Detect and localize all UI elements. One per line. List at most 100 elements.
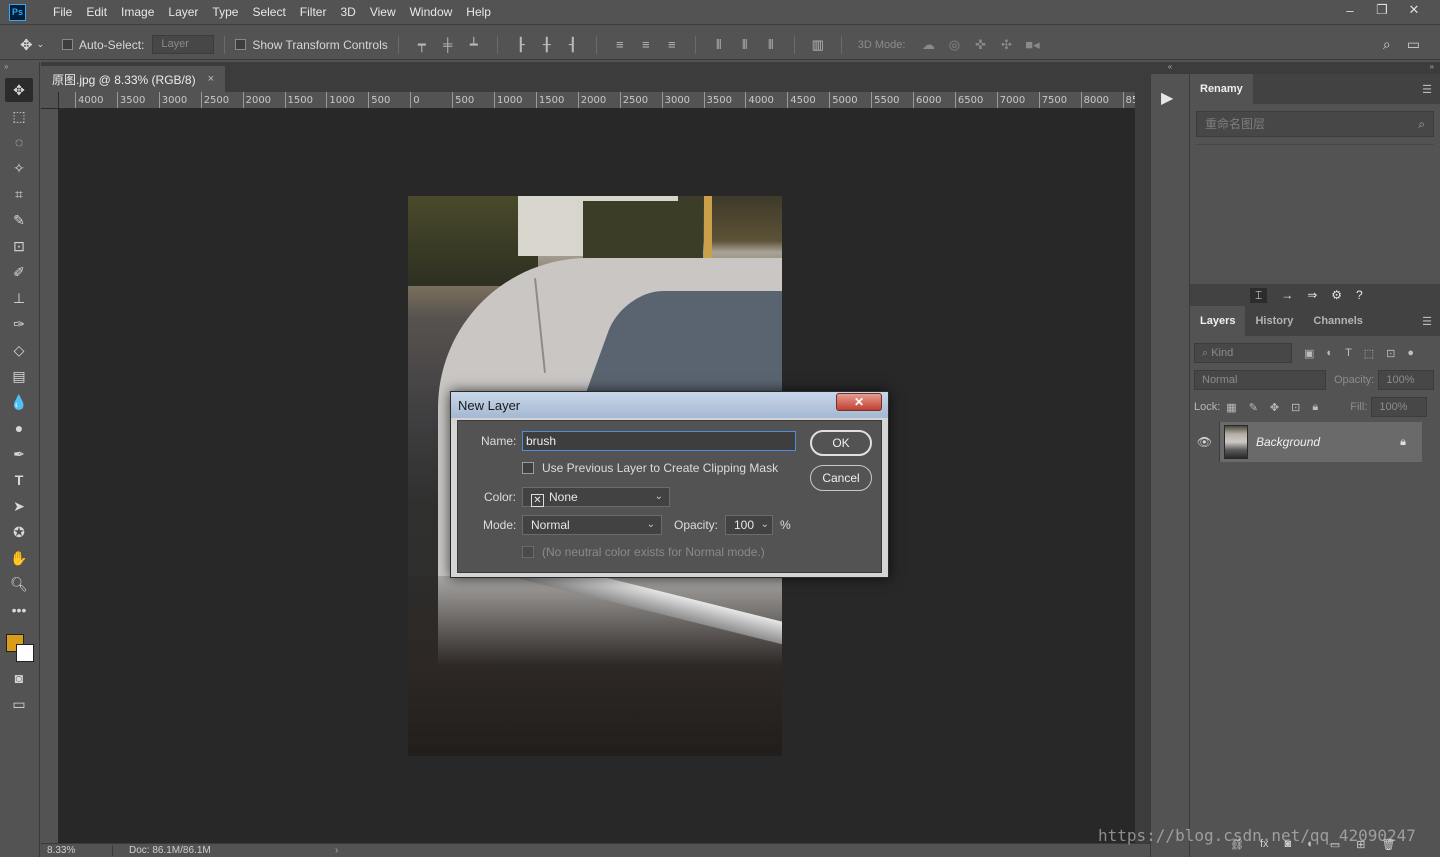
menu-type[interactable]: Type bbox=[205, 0, 245, 25]
frame-tool-icon[interactable]: ⊡ bbox=[5, 234, 33, 258]
menu-window[interactable]: Window bbox=[403, 0, 460, 25]
filter-toggle-icon[interactable]: ● bbox=[1407, 347, 1414, 359]
rename-search-input[interactable]: 重命名图层 ⌕ bbox=[1196, 111, 1434, 137]
layer-row[interactable]: 👁︎ Background 🔒︎ bbox=[1190, 422, 1440, 462]
align-top-icon[interactable]: ┯ bbox=[409, 37, 435, 53]
panel-menu-icon[interactable]: ☰ bbox=[1422, 315, 1432, 328]
filter-pixel-icon[interactable]: ▣ bbox=[1304, 347, 1314, 360]
background-color-swatch[interactable] bbox=[16, 644, 34, 662]
distribute-right-icon[interactable]: ⦀ bbox=[758, 37, 784, 53]
tab-layers[interactable]: Layers bbox=[1190, 306, 1246, 336]
vertical-scrollbar[interactable] bbox=[1135, 92, 1150, 843]
marquee-tool-icon[interactable]: ⬚ bbox=[5, 104, 33, 128]
shape-tool-icon[interactable]: ✪ bbox=[5, 520, 33, 544]
dialog-titlebar[interactable]: New Layer ✕ bbox=[451, 392, 888, 418]
lock-transparent-icon[interactable]: ▦ bbox=[1226, 401, 1236, 414]
rename-icon[interactable]: ⌶ bbox=[1250, 287, 1268, 303]
fill-input[interactable]: 100% bbox=[1371, 397, 1428, 417]
move-tool-preset-icon[interactable]: ✥ ⌄ bbox=[20, 36, 50, 54]
chevron-down-icon[interactable]: ⌄ bbox=[761, 516, 769, 534]
panel-menu-icon[interactable]: ☰ bbox=[1422, 83, 1432, 96]
filter-smart-object-icon[interactable]: ⊡ bbox=[1386, 347, 1395, 360]
menu-filter[interactable]: Filter bbox=[293, 0, 334, 25]
layer-row-body[interactable]: Background 🔒︎ bbox=[1220, 422, 1422, 462]
distribute-left-icon[interactable]: ⦀ bbox=[706, 37, 732, 53]
lock-image-icon[interactable]: ✎ bbox=[1249, 401, 1258, 414]
cancel-button[interactable]: Cancel bbox=[810, 465, 872, 491]
gradient-tool-icon[interactable]: ▤ bbox=[5, 364, 33, 388]
help-icon[interactable]: ? bbox=[1356, 288, 1363, 302]
filter-kind-dropdown[interactable]: ⌕ Kind bbox=[1194, 343, 1292, 363]
search-icon[interactable]: ⌕ bbox=[1383, 36, 1391, 53]
align-right-icon[interactable]: ┨ bbox=[560, 37, 586, 53]
menu-help[interactable]: Help bbox=[459, 0, 498, 25]
3d-pan-icon[interactable]: ✜ bbox=[967, 37, 993, 53]
align-bottom-icon[interactable]: ┷ bbox=[461, 37, 487, 53]
menu-select[interactable]: Select bbox=[245, 0, 292, 25]
restore-button[interactable]: ❐ bbox=[1366, 0, 1398, 20]
filter-type-icon[interactable]: T bbox=[1345, 347, 1352, 359]
filter-shape-icon[interactable]: ⬚ bbox=[1364, 347, 1374, 360]
double-arrow-icon[interactable]: ⇒ bbox=[1307, 288, 1317, 302]
more-tools-icon[interactable]: ••• bbox=[5, 598, 33, 622]
tab-history[interactable]: History bbox=[1245, 306, 1303, 336]
quick-mask-icon[interactable]: ◙ bbox=[5, 666, 33, 690]
align-vcenter-icon[interactable]: ╪ bbox=[435, 37, 461, 52]
tab-channels[interactable]: Channels bbox=[1303, 306, 1373, 336]
lock-position-icon[interactable]: ✥ bbox=[1270, 401, 1279, 414]
document-tab[interactable]: 原图.jpg @ 8.33% (RGB/8) × bbox=[41, 66, 225, 92]
collapse-toolbar-icon[interactable]: » bbox=[0, 62, 39, 76]
menu-file[interactable]: File bbox=[46, 0, 79, 25]
3d-slide-icon[interactable]: ✣ bbox=[993, 37, 1019, 53]
eyedropper-tool-icon[interactable]: ✎ bbox=[5, 208, 33, 232]
opacity-input[interactable]: 100 ⌄ bbox=[725, 515, 773, 535]
crop-tool-icon[interactable]: ⌗ bbox=[5, 182, 33, 206]
layer-name[interactable]: Background bbox=[1256, 435, 1400, 449]
blend-mode-dropdown[interactable]: Normal bbox=[1194, 370, 1326, 390]
arrow-right-icon[interactable]: → bbox=[1281, 288, 1293, 302]
opacity-input[interactable]: 100% bbox=[1378, 370, 1435, 390]
auto-align-icon[interactable]: ▥ bbox=[805, 37, 831, 53]
stamp-tool-icon[interactable]: ⊥ bbox=[5, 286, 33, 310]
lock-all-icon[interactable]: 🔒︎ bbox=[1312, 401, 1318, 414]
magic-wand-tool-icon[interactable]: ✧ bbox=[5, 156, 33, 180]
menu-view[interactable]: View bbox=[363, 0, 403, 25]
distribute-hcenter-icon[interactable]: ⦀ bbox=[732, 37, 758, 53]
minimize-button[interactable]: – bbox=[1334, 0, 1366, 20]
dialog-close-button[interactable]: ✕ bbox=[836, 393, 882, 411]
workspace-icon[interactable]: ▭ bbox=[1407, 36, 1420, 53]
type-tool-icon[interactable]: T bbox=[5, 468, 33, 492]
neutral-color-checkbox[interactable]: (No neutral color exists for Normal mode… bbox=[522, 545, 765, 559]
distribute-bottom-icon[interactable]: ≡ bbox=[659, 37, 685, 52]
zoom-tool-icon[interactable]: 🔍︎ bbox=[5, 572, 33, 596]
history-brush-tool-icon[interactable]: ✑ bbox=[5, 312, 33, 336]
blur-tool-icon[interactable]: 💧 bbox=[5, 390, 33, 414]
actions-play-icon[interactable]: ▶ bbox=[1161, 88, 1189, 108]
menu-layer[interactable]: Layer bbox=[161, 0, 205, 25]
collapse-strip-icon[interactable]: « bbox=[1150, 62, 1190, 74]
path-select-tool-icon[interactable]: ➤ bbox=[5, 494, 33, 518]
align-left-icon[interactable]: ┠ bbox=[508, 37, 534, 53]
close-window-button[interactable]: ✕ bbox=[1398, 0, 1430, 20]
screen-mode-icon[interactable]: ▭ bbox=[5, 692, 33, 716]
menu-image[interactable]: Image bbox=[114, 0, 161, 25]
ruler-origin[interactable] bbox=[41, 92, 59, 109]
ok-button[interactable]: OK bbox=[810, 430, 872, 456]
distribute-top-icon[interactable]: ≡ bbox=[607, 37, 633, 52]
menu-edit[interactable]: Edit bbox=[79, 0, 114, 25]
3d-orbit-icon[interactable]: ☁ bbox=[915, 37, 941, 53]
tab-renamy[interactable]: Renamy bbox=[1190, 74, 1253, 104]
auto-select-checkbox[interactable]: Auto-Select: bbox=[62, 38, 144, 52]
align-hcenter-icon[interactable]: ╂ bbox=[534, 37, 560, 53]
clipping-mask-checkbox[interactable]: Use Previous Layer to Create Clipping Ma… bbox=[522, 461, 778, 475]
lasso-tool-icon[interactable]: ◌ bbox=[5, 130, 33, 154]
menu-3d[interactable]: 3D bbox=[333, 0, 362, 25]
filter-adjustment-icon[interactable]: ◐ bbox=[1326, 347, 1333, 359]
show-transform-checkbox[interactable]: Show Transform Controls bbox=[235, 38, 388, 52]
3d-scale-icon[interactable]: ■◂ bbox=[1019, 37, 1045, 53]
mode-dropdown[interactable]: Normal ⌄ bbox=[522, 515, 662, 535]
visibility-eye-icon[interactable]: 👁︎ bbox=[1190, 422, 1220, 462]
distribute-vcenter-icon[interactable]: ≡ bbox=[633, 37, 659, 52]
hand-tool-icon[interactable]: ✋ bbox=[5, 546, 33, 570]
eraser-tool-icon[interactable]: ◇ bbox=[5, 338, 33, 362]
